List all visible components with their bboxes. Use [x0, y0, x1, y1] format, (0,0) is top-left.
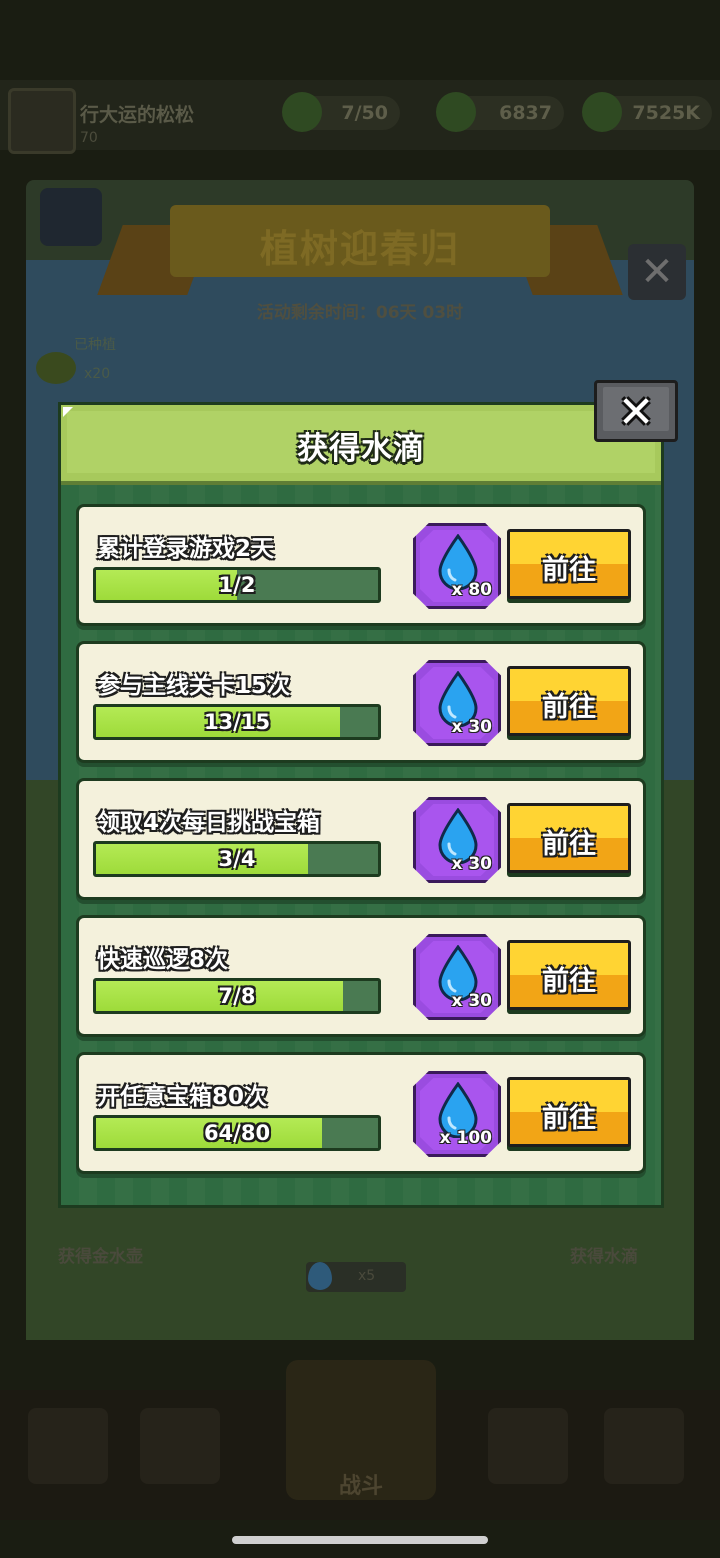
corner-decoration	[63, 407, 73, 417]
task-progress-bar: 13/15	[93, 704, 381, 740]
close-icon: ✕	[617, 387, 655, 438]
progress-text: 64/80	[203, 1121, 271, 1145]
get-gold-kettle-label: 获得金水壶	[58, 1247, 143, 1267]
reward-count: x 30	[451, 854, 492, 874]
go-button-label: 前往	[542, 829, 596, 860]
task-card-2: 参与主线关卡15次 13/15 x 30 前往	[76, 641, 646, 763]
task-card-3: 领取4次每日挑战宝箱 3/4 x 30 前往	[76, 778, 646, 900]
task-card-5: 开任意宝箱80次 64/80 x 100 前往	[76, 1052, 646, 1174]
go-button[interactable]: 前往	[507, 529, 631, 599]
event-title: 植树迎春归	[259, 227, 460, 271]
menu-icon	[40, 188, 102, 246]
water-drop-icon	[308, 1262, 332, 1290]
reward-item: x 30	[413, 934, 501, 1020]
planted-count: x20	[84, 366, 111, 382]
go-button[interactable]: 前往	[507, 940, 631, 1010]
nav-battle-label: 战斗	[338, 1474, 383, 1499]
resource-gems: 6837	[436, 92, 564, 132]
reward-item: x 30	[413, 660, 501, 746]
task-progress-bar: 1/2	[93, 567, 381, 603]
go-button-label: 前往	[542, 1103, 596, 1134]
go-button[interactable]: 前往	[507, 666, 631, 736]
go-button-label: 前往	[542, 555, 596, 586]
task-progress-bar: 7/8	[93, 978, 381, 1014]
reward-item: x 80	[413, 523, 501, 609]
home-indicator[interactable]	[232, 1536, 488, 1544]
progress-text: 1/2	[218, 573, 256, 597]
reward-count: x 100	[439, 1128, 492, 1148]
resource-energy: 7/50	[282, 92, 400, 132]
reward-count: x 80	[451, 580, 492, 600]
energy-icon	[282, 92, 322, 132]
go-button[interactable]: 前往	[507, 1077, 631, 1147]
resource-coins: 7525K	[582, 92, 712, 132]
get-water-label: 获得水滴	[570, 1247, 638, 1267]
reward-count: x 30	[451, 991, 492, 1011]
modal-title: 获得水滴	[297, 431, 425, 467]
go-button-label: 前往	[542, 692, 596, 723]
player-avatar	[8, 88, 76, 154]
player-name: 行大运的松松	[80, 104, 195, 126]
reward-count: x 30	[451, 717, 492, 737]
reward-item: x 30	[413, 797, 501, 883]
task-progress-bar: 64/80	[93, 1115, 381, 1151]
modal-close-button[interactable]: ✕	[594, 380, 678, 442]
player-level: 70	[80, 130, 98, 146]
modal-header: 获得水滴	[61, 405, 661, 485]
nav-equipment-icon	[140, 1408, 220, 1484]
progress-text: 7/8	[218, 984, 256, 1008]
task-name: 累计登录游戏2天	[97, 536, 275, 562]
go-button[interactable]: 前往	[507, 803, 631, 873]
tree-icon	[36, 352, 76, 384]
go-button-label: 前往	[542, 966, 596, 997]
task-name: 领取4次每日挑战宝箱	[97, 810, 321, 836]
event-timer: 活动剩余时间：06天 03时	[256, 303, 464, 323]
progress-text: 13/15	[203, 710, 271, 734]
water-count: x5	[358, 1268, 376, 1284]
gem-icon	[436, 92, 476, 132]
planted-label: 已种植	[74, 337, 116, 353]
nav-map-icon	[604, 1408, 684, 1484]
nav-shop-icon	[28, 1408, 108, 1484]
progress-text: 3/4	[218, 847, 256, 871]
coin-icon	[582, 92, 622, 132]
event-close-icon: ✕	[628, 244, 686, 300]
task-progress-bar: 3/4	[93, 841, 381, 877]
task-card-4: 快速巡逻8次 7/8 x 30 前往	[76, 915, 646, 1037]
task-name: 参与主线关卡15次	[97, 673, 291, 699]
task-card-1: 累计登录游戏2天 1/2 x 80 前往	[76, 504, 646, 626]
reward-item: x 100	[413, 1071, 501, 1157]
nav-skills-icon	[488, 1408, 568, 1484]
task-name: 快速巡逻8次	[97, 947, 229, 973]
task-name: 开任意宝箱80次	[97, 1084, 268, 1110]
